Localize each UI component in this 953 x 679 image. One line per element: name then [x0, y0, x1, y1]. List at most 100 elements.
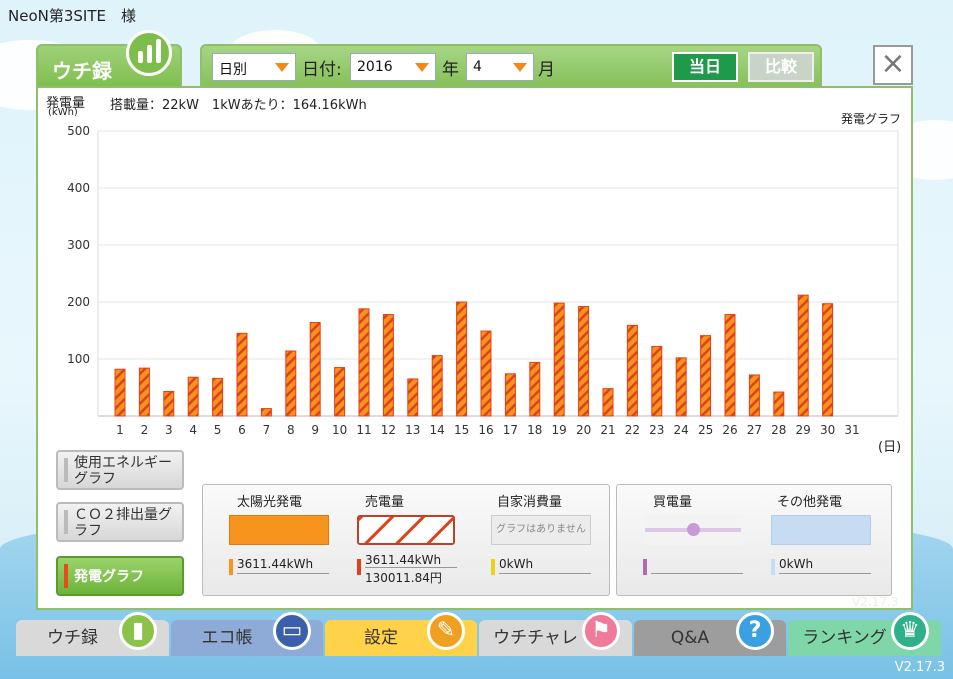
legend-solar-value: 3611.44kWh — [237, 557, 314, 571]
bar-day-6 — [236, 332, 248, 417]
legend-self-note: グラフはありません — [491, 515, 591, 545]
x-tick-label: 23 — [649, 423, 664, 437]
bar-day-15 — [456, 301, 468, 417]
nav-item-3[interactable]: ウチチャレ ⚑ — [479, 612, 632, 656]
bar-day-2 — [138, 367, 150, 417]
tab-uchiroku[interactable]: ウチ録 — [36, 30, 182, 90]
legend-purchase: 買電量 その他発電 0kWh — [616, 484, 892, 596]
bar-day-19 — [553, 302, 565, 417]
x-tick-label: 18 — [527, 423, 542, 437]
x-tick-label: 9 — [311, 423, 319, 437]
x-tick-label: 2 — [141, 423, 149, 437]
legend-sold-swatch — [357, 515, 455, 545]
legend-bought-name: 買電量 — [653, 495, 693, 510]
legend-tick — [229, 559, 233, 575]
y-tick-label: 100 — [67, 352, 90, 366]
legend-other-name: その他発電 — [777, 495, 843, 510]
version-label: V2.17.3 — [894, 660, 945, 675]
nav-item-4[interactable]: Q&A? — [634, 612, 786, 656]
bar-day-16 — [480, 330, 492, 417]
legend-underline — [779, 573, 871, 574]
site-title: NeoN第3SITE 様 — [8, 7, 136, 25]
legend-tick — [643, 559, 647, 575]
y-tick-label: 500 — [67, 124, 90, 138]
nav-label: 設定 — [364, 628, 398, 648]
bar-day-11 — [358, 308, 370, 417]
legend-self-value: 0kWh — [499, 557, 534, 571]
bar-day-26 — [724, 314, 736, 417]
legend-other-value: 0kWh — [779, 557, 814, 571]
legend-sold-value: 3611.44kWh — [365, 553, 442, 567]
graph-panel: 発電量 (kWh) 搭載量：22kW 1kWあたり：164.16kWh 発電グラ… — [36, 86, 913, 610]
bar-day-21 — [602, 388, 614, 417]
bar-chart-icon — [126, 30, 172, 76]
month-label: 月 — [538, 60, 555, 80]
nav-label: ランキング — [802, 628, 887, 648]
bar-day-14 — [431, 355, 443, 417]
x-tick-label: 27 — [747, 423, 762, 437]
tab-label: ウチ録 — [52, 59, 112, 83]
bar-day-3 — [163, 390, 175, 417]
bar-day-18 — [529, 361, 541, 417]
chevron-down-icon — [275, 63, 289, 72]
legend-underline — [499, 573, 591, 574]
year-label: 年 — [442, 60, 459, 80]
bar-day-25 — [700, 335, 712, 417]
legend-self-name: 自家消費量 — [497, 495, 563, 510]
year-select[interactable]: 2016 — [350, 53, 436, 81]
energy-usage-graph-button[interactable]: 使用エネルギーグラフ — [56, 450, 184, 490]
y-tick-label: 400 — [67, 181, 90, 195]
nav-label: ウチチャレ — [493, 628, 578, 648]
x-tick-label: 28 — [771, 423, 786, 437]
bar-day-1 — [114, 368, 126, 417]
generation-graph-button[interactable]: 発電グラフ — [56, 556, 184, 596]
chevron-down-icon — [415, 63, 429, 72]
compare-button[interactable]: 比較 — [748, 52, 814, 82]
legend-tick — [357, 559, 361, 575]
legend-solar-swatch — [229, 515, 329, 545]
bar-day-9 — [309, 322, 321, 417]
close-button[interactable]: × — [873, 45, 913, 85]
x-tick-label: 13 — [405, 423, 420, 437]
nav-label: Q&A — [670, 628, 710, 648]
bar-day-24 — [675, 357, 687, 417]
x-tick-label: 22 — [625, 423, 640, 437]
legend-solar-name: 太陽光発電 — [237, 495, 303, 510]
co2-graph-button[interactable]: ＣＯ２排出量グラフ — [56, 502, 184, 542]
x-tick-label: 12 — [381, 423, 396, 437]
nav-item-1[interactable]: エコ帳 ▭ — [171, 612, 323, 656]
bar-day-7 — [260, 408, 272, 417]
x-tick-label: 17 — [503, 423, 518, 437]
bar-day-4 — [187, 376, 199, 417]
bar-day-22 — [626, 324, 638, 417]
x-tick-label: 7 — [263, 423, 271, 437]
bottom-navigation: ウチ録 ▮ エコ帳 ▭ 設定 ✎ ウチチャレ ⚑ Q&A? ランキング ♛ — [16, 612, 944, 656]
bar-day-5 — [212, 377, 224, 417]
x-tick-label: 30 — [820, 423, 835, 437]
bar-day-27 — [748, 374, 760, 417]
today-button[interactable]: 当日 — [672, 52, 738, 82]
nav-item-2[interactable]: 設定 ✎ — [325, 612, 477, 656]
x-tick-label: 16 — [478, 423, 493, 437]
date-control-bar: 日別 日付: 2016 年 4 月 当日 比較 — [200, 44, 822, 88]
x-tick-label: 10 — [332, 423, 347, 437]
x-tick-label: 24 — [674, 423, 689, 437]
month-select[interactable]: 4 — [466, 53, 534, 81]
x-tick-label: 6 — [238, 423, 246, 437]
bar-day-23 — [651, 345, 663, 417]
x-tick-label: 15 — [454, 423, 469, 437]
legend-underline — [365, 567, 457, 568]
x-axis-unit: (日) — [878, 440, 902, 455]
version-ghost: V2.17.3 — [852, 595, 899, 609]
year-value: 2016 — [357, 59, 393, 75]
x-tick-label: 20 — [576, 423, 591, 437]
nav-item-5[interactable]: ランキング ♛ — [788, 612, 941, 656]
nav-label: エコ帳 — [201, 628, 253, 648]
legend-underline — [237, 573, 329, 574]
crown-icon: ♛ — [891, 612, 929, 650]
x-tick-label: 29 — [796, 423, 811, 437]
mode-select[interactable]: 日別 — [212, 53, 296, 81]
x-tick-label: 21 — [600, 423, 615, 437]
nav-item-0[interactable]: ウチ録 ▮ — [16, 612, 169, 656]
bar-day-30 — [822, 303, 834, 417]
